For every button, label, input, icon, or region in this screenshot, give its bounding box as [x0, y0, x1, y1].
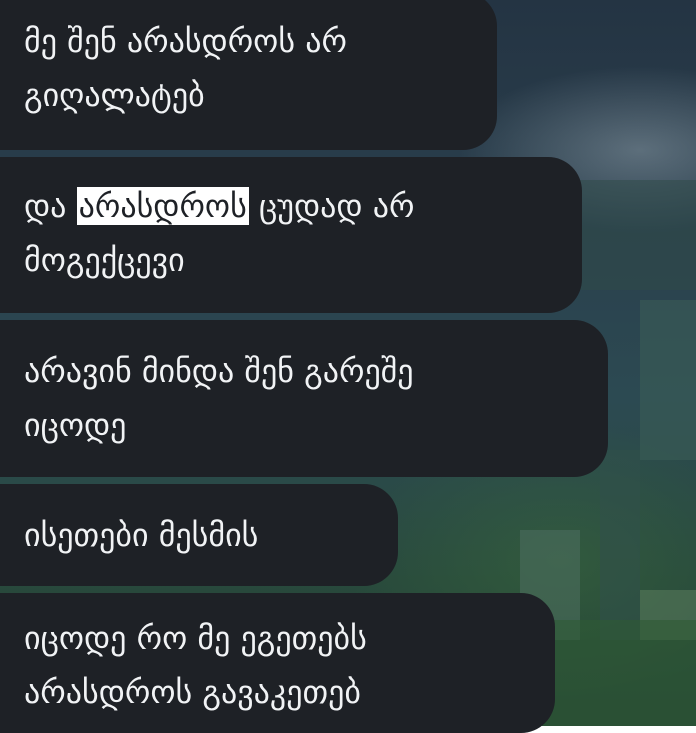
message-text: გიღალატებ — [24, 76, 205, 114]
message-text: იცოდე — [24, 406, 127, 444]
message-list[interactable]: მე შენ არასდროს არ გიღალატებ და არასდროს… — [0, 0, 696, 733]
message-text: მე შენ არასდროს არ — [24, 22, 347, 60]
message-text: იცოდე რო მე ეგეთებს — [24, 619, 367, 657]
message-text: არასდროს გავაკეთებ — [24, 673, 361, 711]
message-text: და არასდროს ცუდად არ — [24, 179, 552, 233]
selected-text-highlight[interactable]: არასდროს — [76, 187, 249, 225]
message-bubble[interactable]: ისეთები მესმის — [0, 484, 398, 586]
message-text-segment: ცუდად არ — [258, 187, 415, 225]
message-bubble[interactable]: და არასდროს ცუდად არ მოგექცევი — [0, 157, 582, 313]
message-text: მოგექცევი — [24, 241, 185, 279]
message-text-segment: და — [24, 187, 67, 225]
message-text: ისეთები მესმის — [24, 516, 259, 554]
message-bubble[interactable]: იცოდე რო მე ეგეთებს არასდროს გავაკეთებ — [0, 593, 555, 733]
message-text: არავინ მინდა შენ გარეშე — [24, 352, 414, 390]
message-bubble[interactable]: არავინ მინდა შენ გარეშე იცოდე — [0, 320, 608, 477]
message-bubble[interactable]: მე შენ არასდროს არ გიღალატებ — [0, 0, 497, 150]
